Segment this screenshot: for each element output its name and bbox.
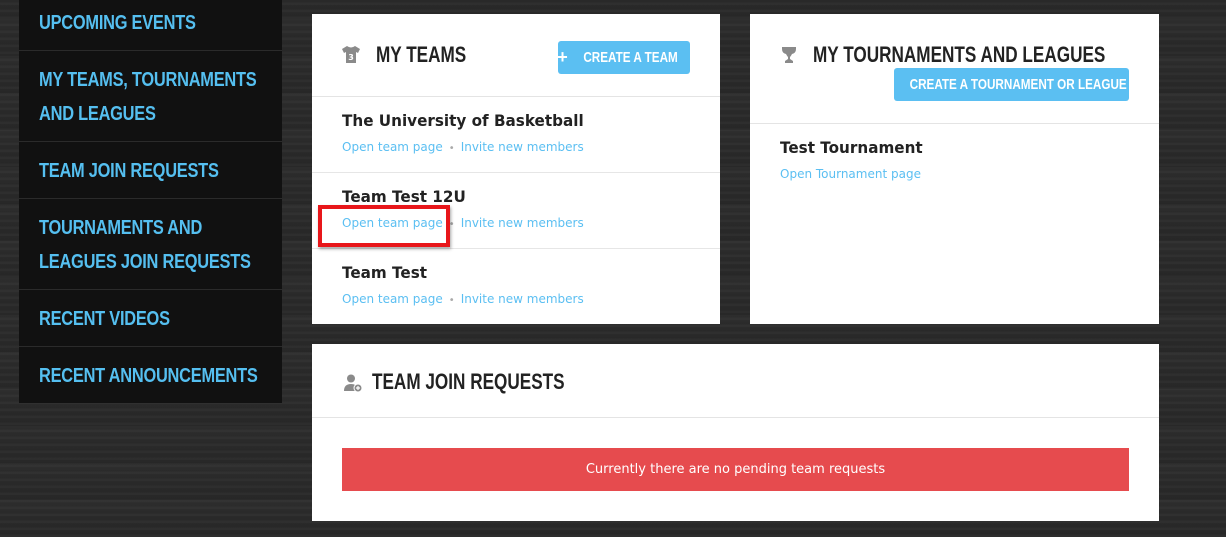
sidebar-item-label: RECENT VIDEOS	[39, 308, 170, 330]
tournament-row: Test Tournament Open Tournament page	[750, 124, 1159, 199]
sidebar-item-upcoming-events[interactable]: UPCOMING EVENTS	[19, 0, 282, 51]
no-requests-alert: Currently there are no pending team requ…	[342, 448, 1129, 491]
my-teams-card: 3 MY TEAMS + CREATE A TEAM The Universit…	[312, 14, 720, 324]
plus-icon: +	[866, 74, 877, 94]
create-team-button[interactable]: + CREATE A TEAM	[557, 41, 690, 74]
sidebar-item-my-teams-tournaments-leagues[interactable]: MY TEAMS, TOURNAMENTS AND LEAGUES	[19, 51, 282, 142]
sidebar-item-label: AND LEAGUES	[39, 103, 156, 125]
team-row: Team Test Open team page • Invite new memb…	[312, 249, 720, 324]
jersey-icon: 3	[342, 46, 360, 63]
sidebar-item-tournaments-leagues-join-requests[interactable]: TOURNAMENTS AND LEAGUES JOIN REQUESTS	[19, 199, 282, 290]
team-name: The University of Basketball	[342, 111, 584, 130]
join-requests-header: TEAM JOIN REQUESTS	[312, 344, 1159, 418]
sidebar-item-recent-videos[interactable]: RECENT VIDEOS	[19, 290, 282, 347]
create-team-label: CREATE A TEAM	[583, 49, 678, 66]
trophy-icon	[782, 47, 796, 63]
separator-dot: •	[448, 219, 455, 230]
team-row: Team Test 12U Open team page • Invite new …	[312, 173, 720, 249]
invite-new-members-link[interactable]: Invite new members	[461, 216, 584, 230]
tournaments-title: MY TOURNAMENTS AND LEAGUES	[813, 42, 1106, 67]
create-tournament-label: CREATE A TOURNAMENT OR LEAGUE	[909, 76, 1127, 93]
open-team-page-link[interactable]: Open team page	[342, 140, 443, 154]
open-team-page-link[interactable]: Open team page	[342, 216, 443, 230]
team-row: The University of Basketball Open team p…	[312, 97, 720, 173]
sidebar-item-recent-announcements[interactable]: RECENT ANNOUNCEMENTS	[19, 347, 282, 403]
create-tournament-button[interactable]: + CREATE A TOURNAMENT OR LEAGUE	[866, 68, 1129, 101]
separator-dot: •	[448, 143, 455, 154]
tournaments-header: MY TOURNAMENTS AND LEAGUES + CREATE A TO…	[750, 14, 1159, 124]
team-links: Open team page • Invite new members	[342, 292, 584, 306]
separator-dot: •	[448, 295, 455, 306]
sidebar-item-team-join-requests[interactable]: TEAM JOIN REQUESTS	[19, 142, 282, 199]
tournament-links: Open Tournament page	[780, 167, 921, 181]
team-join-requests-card: TEAM JOIN REQUESTS Currently there are n…	[312, 344, 1159, 521]
my-teams-title: MY TEAMS	[376, 42, 467, 67]
sidebar-item-label: TEAM JOIN REQUESTS	[39, 160, 219, 182]
sidebar-item-label: RECENT ANNOUNCEMENTS	[39, 365, 258, 387]
join-requests-title: TEAM JOIN REQUESTS	[372, 369, 565, 394]
my-teams-header: 3 MY TEAMS + CREATE A TEAM	[312, 14, 720, 97]
sidebar-item-label: LEAGUES JOIN REQUESTS	[39, 251, 251, 273]
open-tournament-page-link[interactable]: Open Tournament page	[780, 167, 921, 181]
team-name: Team Test	[342, 263, 428, 282]
tournaments-card: MY TOURNAMENTS AND LEAGUES + CREATE A TO…	[750, 14, 1159, 324]
invite-new-members-link[interactable]: Invite new members	[461, 292, 584, 306]
plus-icon: +	[557, 47, 568, 67]
invite-new-members-link[interactable]: Invite new members	[461, 140, 584, 154]
sidebar: UPCOMING EVENTS MY TEAMS, TOURNAMENTS AN…	[19, 0, 282, 403]
open-team-page-link[interactable]: Open team page	[342, 292, 443, 306]
team-links: Open team page • Invite new members	[342, 216, 584, 230]
tournament-name: Test Tournament	[780, 138, 923, 157]
sidebar-item-label: TOURNAMENTS AND	[39, 217, 203, 239]
add-user-icon	[344, 374, 363, 392]
team-name: Team Test 12U	[342, 187, 466, 206]
team-links: Open team page • Invite new members	[342, 140, 584, 154]
sidebar-item-label: MY TEAMS, TOURNAMENTS	[39, 69, 257, 91]
svg-text:3: 3	[348, 53, 354, 62]
sidebar-item-label: UPCOMING EVENTS	[39, 12, 196, 34]
